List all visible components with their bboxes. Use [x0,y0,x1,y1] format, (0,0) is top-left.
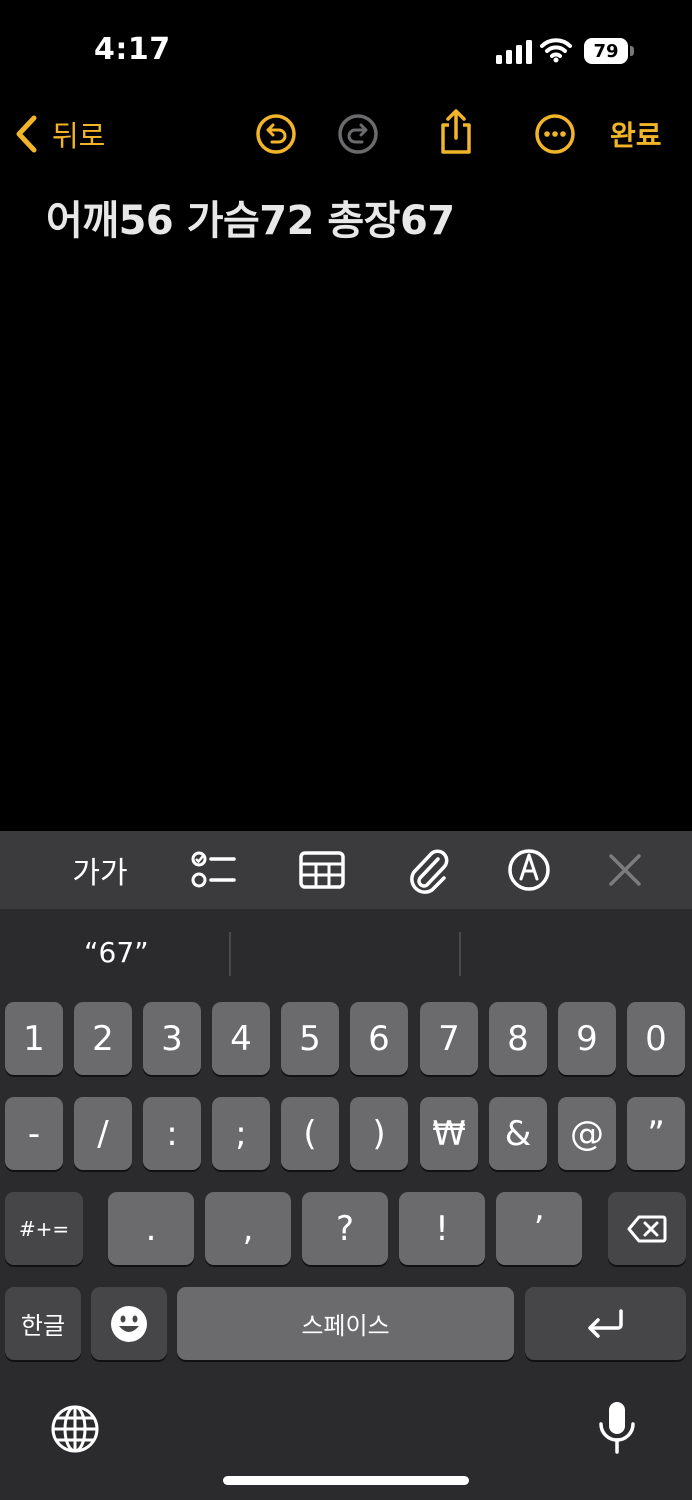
battery-icon: 79 [584,38,634,64]
key-ampersand[interactable]: & [489,1097,547,1170]
share-icon[interactable] [434,108,478,156]
redo-icon[interactable] [336,112,380,156]
key-won[interactable]: ₩ [420,1097,478,1170]
table-icon[interactable] [297,845,347,895]
cellular-signal-icon [496,40,532,64]
key-2[interactable]: 2 [74,1002,132,1075]
key-apostrophe[interactable]: ’ [496,1192,582,1265]
more-options-icon[interactable] [533,112,577,156]
status-time: 4:17 [94,32,171,67]
key-open-paren[interactable]: ( [281,1097,339,1170]
key-period[interactable]: . [108,1192,194,1265]
suggestion-divider [229,932,231,976]
chevron-left-icon [16,115,37,153]
key-semicolon[interactable]: ; [212,1097,270,1170]
key-korean[interactable]: 한글 [5,1287,81,1360]
key-emoji[interactable] [91,1287,167,1360]
key-question[interactable]: ? [302,1192,388,1265]
undo-icon[interactable] [254,112,298,156]
done-button[interactable]: 완료 [610,114,662,154]
back-button[interactable]: 뒤로 [14,112,105,156]
key-quote[interactable]: ” [627,1097,685,1170]
return-icon [587,1308,623,1338]
key-exclamation[interactable]: ! [399,1192,485,1265]
text-style-button[interactable]: 가가 [70,845,130,895]
key-5[interactable]: 5 [281,1002,339,1075]
home-indicator[interactable] [223,1476,469,1485]
key-hyphen[interactable]: - [5,1097,63,1170]
close-icon[interactable] [600,845,650,895]
paperclip-icon[interactable] [404,845,454,895]
key-slash[interactable]: / [74,1097,132,1170]
note-body[interactable]: 어깨56 가슴72 총장67 [46,188,455,246]
back-label: 뒤로 [52,119,106,153]
suggestion-divider [459,932,461,976]
key-return[interactable] [525,1287,686,1360]
delete-backspace-icon [627,1215,667,1242]
emoji-icon [111,1305,147,1342]
key-4[interactable]: 4 [212,1002,270,1075]
globe-icon[interactable] [50,1404,100,1454]
key-8[interactable]: 8 [489,1002,547,1075]
key-7[interactable]: 7 [420,1002,478,1075]
key-1[interactable]: 1 [5,1002,63,1075]
key-3[interactable]: 3 [143,1002,201,1075]
key-delete[interactable] [608,1192,686,1265]
key-6[interactable]: 6 [350,1002,408,1075]
suggestion-1[interactable]: “67” [84,936,149,969]
key-symbols[interactable]: #+= [5,1192,83,1265]
battery-level: 79 [584,38,628,64]
checklist-icon[interactable] [188,845,238,895]
markup-pen-icon[interactable] [504,845,554,895]
wifi-icon [540,38,572,63]
key-space[interactable]: 스페이스 [177,1287,514,1360]
key-close-paren[interactable]: ) [350,1097,408,1170]
key-colon[interactable]: : [143,1097,201,1170]
key-comma[interactable]: , [205,1192,291,1265]
key-0[interactable]: 0 [627,1002,685,1075]
key-9[interactable]: 9 [558,1002,616,1075]
microphone-icon[interactable] [596,1400,638,1456]
key-at[interactable]: @ [558,1097,616,1170]
